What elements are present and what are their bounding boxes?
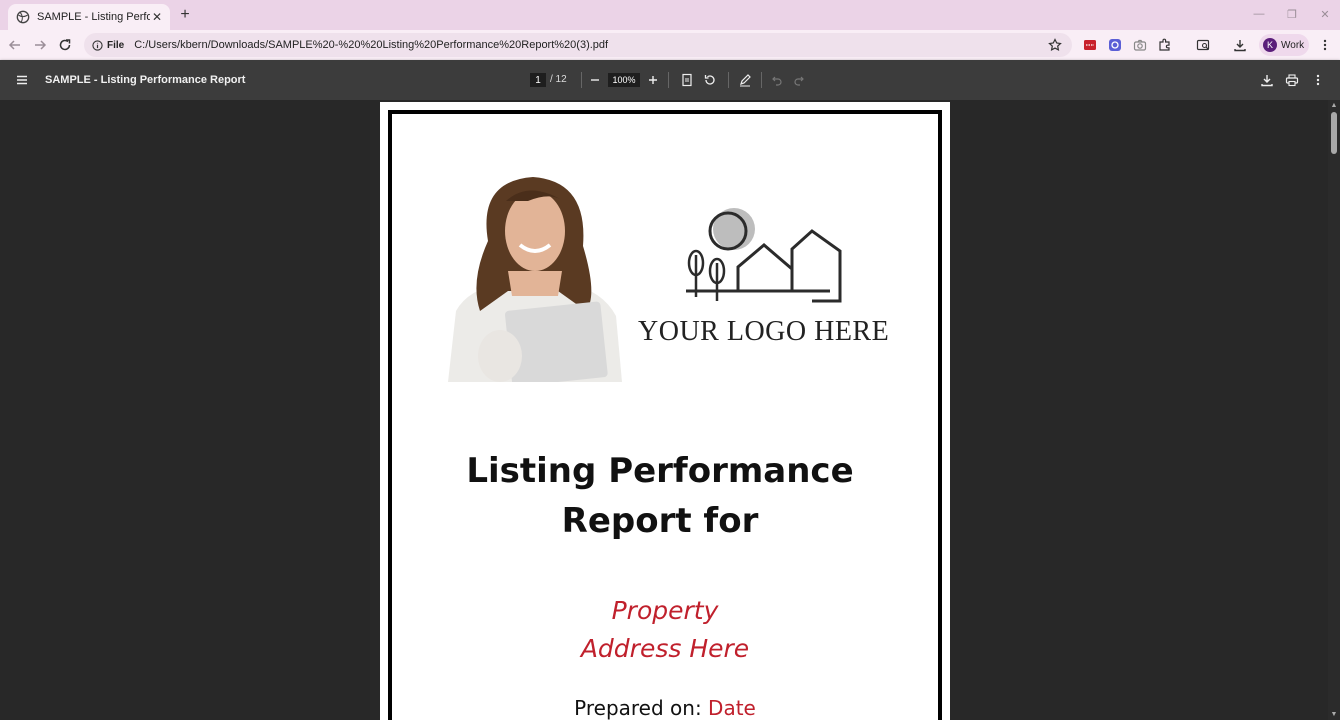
reload-icon[interactable] xyxy=(56,36,74,54)
downloads-icon[interactable] xyxy=(1231,36,1249,54)
zoom-in-icon[interactable] xyxy=(644,71,662,89)
undo-icon[interactable] xyxy=(768,71,786,89)
scroll-up-icon[interactable]: ▲ xyxy=(1330,101,1338,109)
download-icon[interactable] xyxy=(1258,71,1276,89)
agent-photo xyxy=(448,171,622,382)
avatar: K xyxy=(1263,38,1277,52)
page-number-input[interactable]: 1 xyxy=(530,73,546,87)
bookmark-star-icon[interactable] xyxy=(1046,36,1064,54)
search-tabs-icon[interactable] xyxy=(1194,36,1212,54)
extensions-puzzle-icon[interactable] xyxy=(1156,36,1174,54)
browser-toolbar: File C:/Users/kbern/Downloads/SAMPLE%20-… xyxy=(0,30,1340,60)
zoom-out-icon[interactable] xyxy=(586,71,604,89)
tab-title: SAMPLE - Listing Performance R xyxy=(37,11,150,23)
prepared-on: Prepared on: Date xyxy=(480,696,850,720)
extension-purple-icon[interactable] xyxy=(1106,36,1124,54)
heading-line-1: Listing Performance xyxy=(466,451,854,491)
logo-placeholder-text: YOUR LOGO HERE xyxy=(638,316,890,347)
window-close-icon[interactable]: ✕ xyxy=(1314,4,1336,24)
page-total: / 12 xyxy=(550,74,567,85)
forward-icon[interactable] xyxy=(31,36,49,54)
address-line-1: Property xyxy=(611,596,719,625)
restore-icon[interactable]: ❐ xyxy=(1281,4,1303,24)
site-info-chip[interactable]: File xyxy=(92,40,124,51)
logo-house-icon xyxy=(686,208,842,303)
scroll-thumb[interactable] xyxy=(1331,112,1337,154)
divider xyxy=(668,72,669,88)
report-heading: Listing Performance Report for xyxy=(420,446,900,546)
divider xyxy=(761,72,762,88)
profile-button[interactable]: K Work xyxy=(1259,34,1309,56)
prepared-label: Prepared on: xyxy=(574,696,709,720)
print-icon[interactable] xyxy=(1283,71,1301,89)
sidebar-menu-icon[interactable] xyxy=(13,71,31,89)
divider xyxy=(581,72,582,88)
zoom-input[interactable]: 100% xyxy=(608,73,640,87)
property-address: Property Address Here xyxy=(480,592,850,668)
minimize-icon[interactable]: — xyxy=(1248,4,1270,24)
vertical-scrollbar[interactable]: ▲ ▼ xyxy=(1328,100,1340,720)
pdf-toolbar: SAMPLE - Listing Performance Report 1 / … xyxy=(0,60,1340,100)
heading-line-2: Report for xyxy=(561,501,759,541)
new-tab-icon[interactable]: + xyxy=(176,6,194,24)
annotate-pen-icon[interactable] xyxy=(736,71,754,89)
divider xyxy=(728,72,729,88)
back-icon[interactable] xyxy=(6,36,24,54)
extension-red-icon[interactable] xyxy=(1081,36,1099,54)
tab-strip: SAMPLE - Listing Performance R ✕ + — ❐ ✕ xyxy=(0,0,1340,30)
pdf-more-icon[interactable] xyxy=(1309,71,1327,89)
rotate-icon[interactable] xyxy=(701,71,719,89)
scroll-down-icon[interactable]: ▼ xyxy=(1330,710,1338,718)
tab-close-icon[interactable]: ✕ xyxy=(150,10,164,24)
prepared-date: Date xyxy=(708,696,756,720)
address-bar[interactable]: File C:/Users/kbern/Downloads/SAMPLE%20-… xyxy=(84,33,1072,57)
camera-icon[interactable] xyxy=(1131,36,1149,54)
profile-label: Work xyxy=(1281,39,1305,51)
browser-tab[interactable]: SAMPLE - Listing Performance R ✕ xyxy=(8,4,170,30)
file-chip-label: File xyxy=(107,39,125,51)
url-text[interactable]: C:/Users/kbern/Downloads/SAMPLE%20-%20%2… xyxy=(134,39,608,51)
more-menu-icon[interactable] xyxy=(1316,36,1334,54)
info-icon xyxy=(92,39,103,51)
pdf-title: SAMPLE - Listing Performance Report xyxy=(45,74,246,86)
redo-icon[interactable] xyxy=(790,71,808,89)
globe-icon xyxy=(16,10,30,24)
fit-page-icon[interactable] xyxy=(678,71,696,89)
address-line-2: Address Here xyxy=(580,634,750,663)
